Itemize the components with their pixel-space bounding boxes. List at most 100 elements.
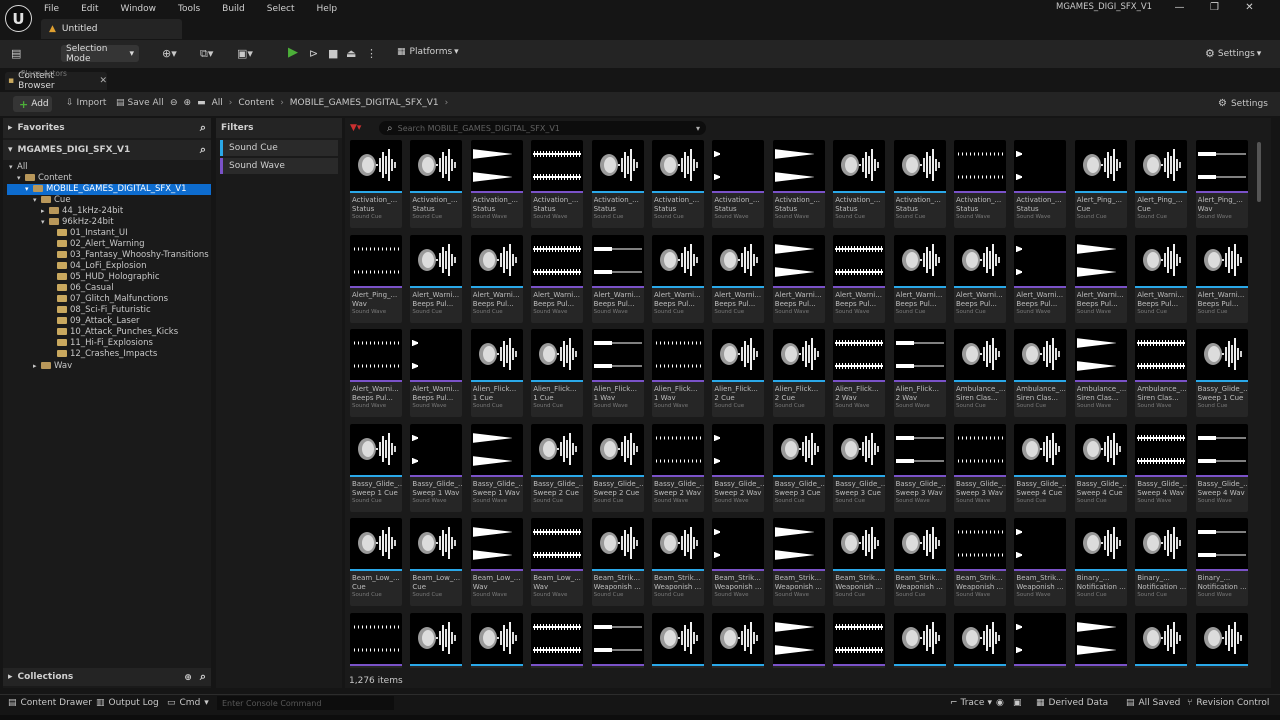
selection-mode-dropdown[interactable]: Selection Mode ▾ — [61, 44, 139, 64]
back-icon[interactable]: ⊖ — [170, 98, 178, 108]
asset-tile[interactable]: Alien_Flick... 1 Cue Sound Cue — [531, 329, 584, 417]
search-input[interactable]: ⌕ Search MOBILE_GAMES_DIGITAL_SFX_V1 ▾ — [379, 121, 706, 135]
cmd-dropdown[interactable]: ▭ Cmd ▾ — [167, 698, 209, 708]
asset-tile[interactable]: Alert_Warni... Beeps Pul... Sound Cue — [652, 234, 704, 323]
asset-tile[interactable]: Activation_... Status Sound Cue — [410, 140, 463, 228]
asset-tile[interactable]: Bassy_Glide_... Sweep 2 Cue Sound Cue — [591, 423, 644, 512]
toolbar-settings-button[interactable]: ⚙ Settings ▾ — [1205, 47, 1261, 60]
asset-tile[interactable]: Alert_Warni... Beeps Pul... Sound Cue — [712, 234, 765, 323]
asset-tile[interactable]: Activation_... Status Sound Wave — [954, 140, 1006, 228]
content-browser-tab[interactable]: Place Actors ▪ Content Browser ✕ — [5, 69, 107, 91]
asset-tile[interactable]: Activation_... Status Sound Cue — [652, 140, 704, 228]
asset-tile[interactable]: Activation_... Status Sound Cue — [350, 140, 402, 228]
tree-item[interactable]: 10_Attack_Punches_Kicks — [49, 327, 178, 338]
play-icon[interactable]: ▶ — [288, 45, 298, 60]
asset-tile[interactable]: Alert_Ping_... Wav Sound Wave — [350, 234, 402, 323]
console-input[interactable]: Enter Console Command — [217, 696, 394, 710]
asset-tile[interactable]: Bassy_Glide_... Sweep 4 Wav Sound Wave — [1195, 423, 1248, 512]
filter-chip[interactable]: Sound Cue — [220, 140, 338, 156]
asset-tile[interactable]: Activation_... Status Sound Wave — [712, 140, 765, 228]
asset-scrollbar[interactable] — [1257, 142, 1261, 202]
asset-tile[interactable]: Alert_Warni... Beeps Pul... Sound Cue — [470, 234, 523, 323]
tree-item[interactable]: 01_Instant_UI — [49, 228, 128, 239]
asset-tile[interactable]: Bassy_Glide_... Sweep 4 Cue Sound Cue — [1014, 423, 1067, 512]
tree-item[interactable]: ▸ 44_1kHz-24bit — [41, 206, 123, 217]
project-root-header[interactable]: ▾ MGAMES_DIGI_SFX_V1 ⌕ — [3, 140, 211, 160]
asset-tile[interactable] — [470, 612, 523, 668]
favorites-header[interactable]: ▸ Favorites ⌕ — [3, 118, 211, 138]
derived-data-button[interactable]: ▦ Derived Data — [1036, 698, 1108, 708]
asset-tile[interactable]: Alert_Warni... Beeps Pul... Sound Wave — [410, 329, 463, 417]
asset-tile[interactable]: Alert_Warni... Beeps Pul... Sound Wave — [531, 234, 584, 323]
search-icon[interactable]: ⌕ — [200, 670, 206, 683]
asset-tile[interactable]: Activation_... Status Sound Wave — [1014, 140, 1067, 228]
add-button[interactable]: + Add — [13, 96, 52, 112]
asset-tile[interactable]: Bassy_Glide_... Sweep 2 Wav Sound Wave — [712, 423, 765, 512]
search-icon[interactable]: ⌕ — [200, 143, 206, 157]
asset-tile[interactable]: Alert_Ping_... Cue Sound Cue — [1135, 140, 1188, 228]
asset-tile[interactable]: Beam_Low_... Cue Sound Cue — [350, 518, 402, 606]
asset-tile[interactable]: Beam_Strik... Weaponish ... Sound Wave — [1014, 518, 1067, 606]
blueprint-icon[interactable]: ⧉▾ — [200, 47, 213, 61]
asset-tile[interactable]: Alert_Warni... Beeps Pul... Sound Wave — [1074, 234, 1127, 323]
asset-tile[interactable] — [531, 612, 584, 668]
asset-tile[interactable]: Beam_Low_... Cue Sound Cue — [410, 518, 463, 606]
asset-tile[interactable]: Bassy_Glide_... Sweep 2 Cue Sound Cue — [531, 423, 584, 512]
asset-tile[interactable]: Bassy_Glide_... Sweep 4 Wav Sound Wave — [1135, 423, 1188, 512]
asset-tile[interactable]: Alert_Ping_... Wav Sound Wave — [1195, 140, 1248, 228]
content-drawer-button[interactable]: ▤ Content Drawer — [8, 698, 92, 708]
tree-item[interactable]: ▾ Content — [17, 173, 72, 184]
menu-item-help[interactable]: Help — [317, 4, 338, 14]
asset-tile[interactable]: Alien_Flick... 2 Wav Sound Wave — [833, 329, 886, 417]
import-button[interactable]: ⇩ Import — [66, 98, 106, 108]
asset-tile[interactable]: Beam_Low_... Wav Sound Wave — [470, 518, 523, 606]
asset-tile[interactable]: Ambulance_... Siren Clas... Sound Wave — [1135, 329, 1188, 417]
asset-tile[interactable]: Alert_Warni... Beeps Pul... Sound Wave — [833, 234, 886, 323]
stop-icon[interactable]: ■ — [328, 47, 338, 60]
tree-item[interactable]: ▾ All — [9, 162, 28, 173]
minimize-icon[interactable]: — — [1162, 2, 1197, 13]
asset-tile[interactable]: Activation_... Status Sound Wave — [470, 140, 523, 228]
asset-tile[interactable]: Beam_Strik... Weaponish ... Sound Cue — [591, 518, 644, 606]
tree-item[interactable]: 09_Attack_Laser — [49, 316, 140, 327]
tree-item[interactable]: ▾ Cue — [33, 195, 71, 206]
asset-tile[interactable] — [1195, 612, 1248, 668]
add-actor-icon[interactable]: ⊕▾ — [162, 47, 177, 60]
asset-tile[interactable]: Activation_... Status Sound Wave — [531, 140, 584, 228]
asset-tile[interactable]: Bassy_Glide_... Sweep 3 Cue Sound Cue — [833, 423, 886, 512]
tree-item[interactable]: 02_Alert_Warning — [49, 239, 145, 250]
asset-tile[interactable] — [1135, 612, 1188, 668]
maximize-icon[interactable]: ❐ — [1197, 2, 1232, 13]
platforms-dropdown[interactable]: ▦ Platforms ▾ — [397, 47, 459, 57]
close-tab-icon[interactable]: ✕ — [99, 76, 107, 86]
asset-tile[interactable]: Binary_... Notification ... Sound Cue — [1135, 518, 1188, 606]
close-icon[interactable]: ✕ — [1232, 2, 1267, 13]
all-saved-button[interactable]: ▤ All Saved — [1126, 698, 1180, 708]
menu-item-edit[interactable]: Edit — [81, 4, 98, 14]
asset-tile[interactable]: Alien_Flick... 2 Cue Sound Cue — [712, 329, 765, 417]
asset-tile[interactable]: Bassy_Glide_... Sweep 3 Cue Sound Cue — [772, 423, 825, 512]
asset-tile[interactable]: Beam_Strik... Weaponish ... Sound Cue — [833, 518, 886, 606]
chevron-down-icon[interactable]: ▾ — [696, 124, 700, 133]
asset-tile[interactable]: Alert_Warni... Beeps Pul... Sound Cue — [410, 234, 463, 323]
menu-item-window[interactable]: Window — [121, 4, 157, 14]
menu-item-select[interactable]: Select — [267, 4, 295, 14]
asset-tile[interactable]: Beam_Strik... Weaponish ... Sound Wave — [772, 518, 825, 606]
asset-tile[interactable]: Beam_Strik... Weaponish ... Sound Wave — [712, 518, 765, 606]
asset-tile[interactable]: Alien_Flick... 1 Cue Sound Cue — [470, 329, 523, 417]
asset-tile[interactable]: Bassy_Glide_... Sweep 1 Wav Sound Wave — [410, 423, 463, 512]
menu-item-build[interactable]: Build — [222, 4, 245, 14]
asset-tile[interactable] — [712, 612, 765, 668]
asset-tile[interactable]: Alien_Flick... 2 Cue Sound Cue — [772, 329, 825, 417]
asset-tile[interactable] — [772, 612, 825, 668]
asset-tile[interactable]: Beam_Strik... Weaponish ... Sound Cue — [652, 518, 704, 606]
asset-tile[interactable]: Binary_... Notification ... Sound Wave — [1195, 518, 1248, 606]
asset-tile[interactable]: Activation_... Status Sound Wave — [772, 140, 825, 228]
tree-item[interactable]: 07_Glitch_Malfunctions — [49, 294, 168, 305]
asset-tile[interactable]: Alert_Warni... Beeps Pul... Sound Wave — [350, 329, 402, 417]
asset-tile[interactable]: Bassy_Glide_... Sweep 1 Cue Sound Cue — [1195, 329, 1248, 417]
eject-icon[interactable]: ⏏ — [346, 47, 356, 60]
tree-item[interactable]: ▾ 96kHz-24bit — [41, 217, 114, 228]
breadcrumb-content[interactable]: Content — [238, 98, 274, 108]
asset-tile[interactable]: Alert_Warni... Beeps Pul... Sound Cue — [954, 234, 1006, 323]
